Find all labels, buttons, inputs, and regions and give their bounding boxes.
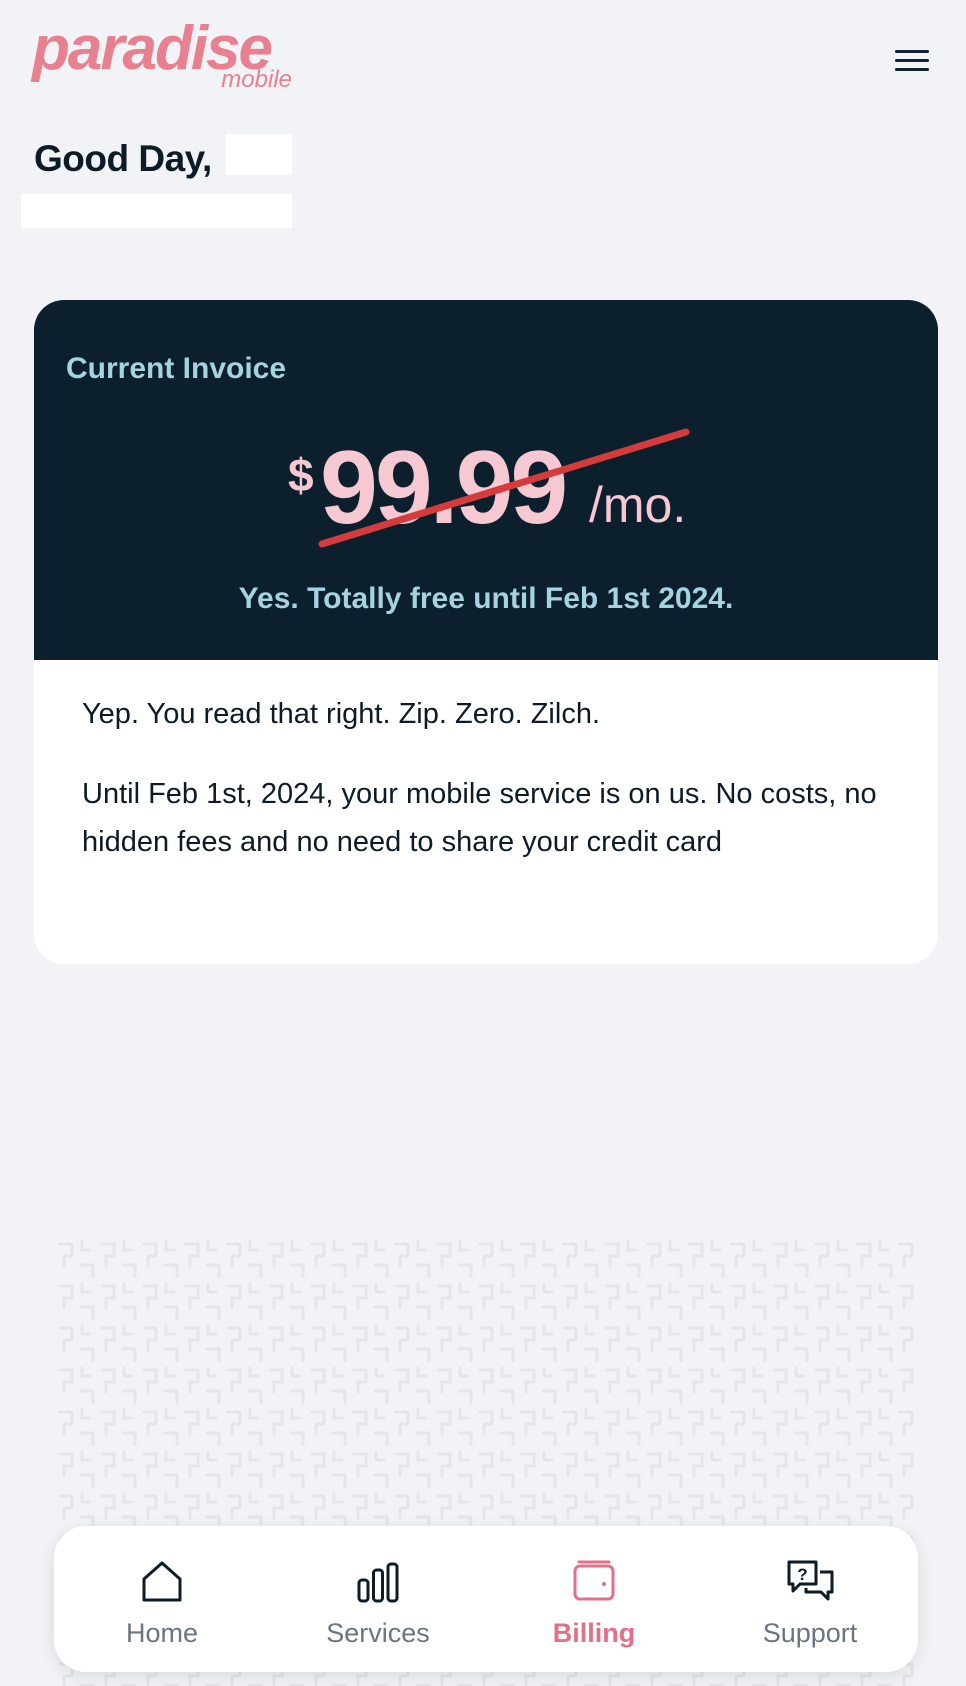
redacted-first-name (226, 134, 292, 175)
hamburger-menu-icon[interactable] (892, 46, 932, 76)
nav-item-home[interactable]: Home (54, 1526, 270, 1672)
svg-text:?: ? (797, 1565, 807, 1584)
logo-subtitle: mobile (221, 66, 292, 93)
nav-label-support: Support (762, 1618, 858, 1648)
invoice-details: Yep. You read that right. Zip. Zero. Zil… (82, 690, 892, 866)
redacted-account-info (21, 194, 292, 228)
free-until-note: Yes. Totally free until Feb 1st 2024. (238, 582, 734, 615)
bottom-navigation: Home Services Billing ? Support (54, 1526, 918, 1672)
current-invoice-card: Current Invoice $ 99.99 /mo. Yes. Totall… (34, 300, 938, 964)
bar-chart-icon (357, 1562, 399, 1603)
paradise-mobile-logo[interactable]: paradise mobile (32, 18, 292, 100)
invoice-summary-panel: Current Invoice $ 99.99 /mo. Yes. Totall… (34, 300, 938, 660)
home-icon (142, 1561, 182, 1602)
nav-item-services[interactable]: Services (270, 1526, 486, 1672)
nav-label-billing: Billing (552, 1618, 636, 1648)
greeting-text: Good Day, (34, 138, 212, 179)
price-amount: 99.99 (320, 430, 568, 546)
chat-help-icon: ? (787, 1560, 834, 1601)
price-currency: $ (288, 449, 314, 501)
nav-label-home: Home (125, 1618, 199, 1648)
invoice-paragraph-1: Yep. You read that right. Zip. Zero. Zil… (82, 698, 601, 730)
price-unit: /mo. (589, 477, 687, 533)
nav-item-support[interactable]: ? Support (702, 1526, 918, 1672)
nav-label-services: Services (326, 1618, 430, 1648)
invoice-label: Current Invoice (66, 352, 287, 385)
nav-item-billing[interactable]: Billing (486, 1526, 702, 1672)
wallet-icon (573, 1560, 615, 1601)
invoice-paragraph-2: Until Feb 1st, 2024, your mobile service… (82, 778, 877, 858)
